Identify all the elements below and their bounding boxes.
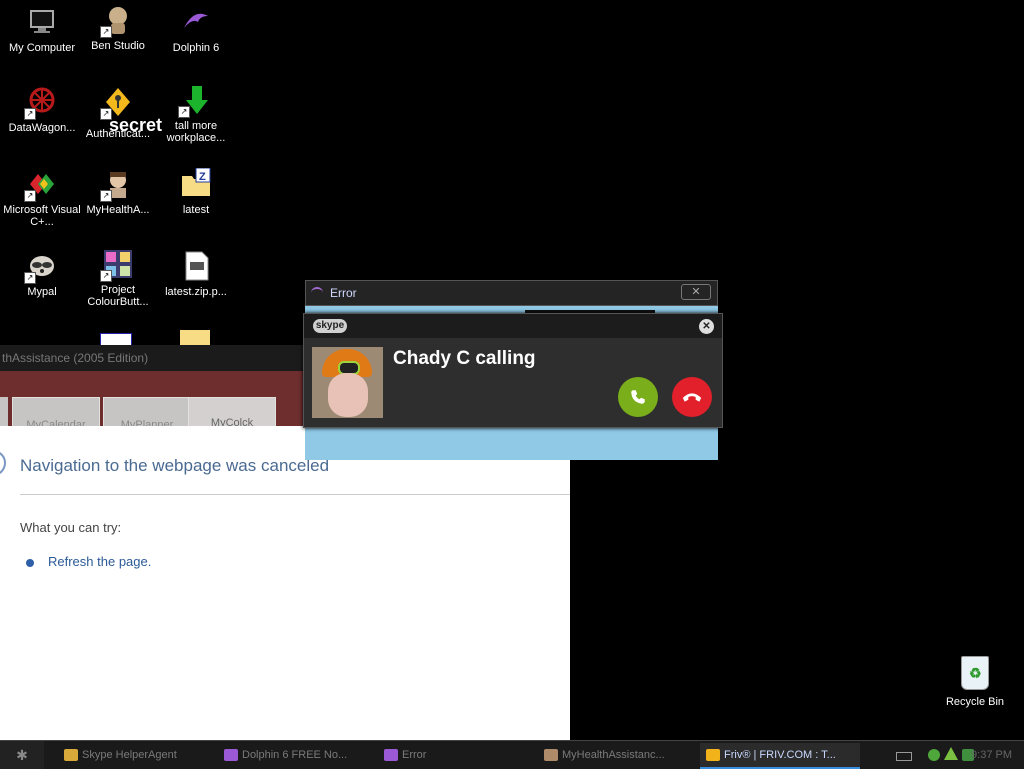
dolphin-icon: [180, 6, 212, 38]
datawagon-icon: ↗: [24, 86, 58, 120]
desktop-icon-label: Project ColourButt...: [87, 284, 149, 308]
shortcut-arrow-icon: ↗: [24, 272, 36, 284]
taskbar-item-label: MyHealthAssistanc...: [562, 749, 665, 761]
caller-name: Chady C calling: [393, 348, 536, 369]
shortcut-arrow-icon: ↗: [24, 108, 36, 120]
keyboard-icon[interactable]: [896, 752, 912, 761]
taskbar-item-skype-helper[interactable]: Skype HelperAgent: [64, 743, 214, 767]
dolphin-icon: [384, 749, 398, 762]
close-button[interactable]: ✕: [681, 284, 711, 300]
shortcut-arrow-icon: ↗: [24, 190, 36, 202]
desktop-icon-label: MyHealthA...: [86, 204, 150, 216]
taskbar-item-label: Error: [402, 749, 427, 761]
secret-overlay-text: secret: [109, 115, 163, 135]
desktop-icon-label: Dolphin 6: [172, 42, 220, 54]
desktop-icon-dolphin[interactable]: Dolphin 6: [154, 6, 238, 54]
bullet-icon: [26, 559, 34, 567]
desktop-icon-label: My Computer: [8, 42, 76, 54]
document-icon: [180, 250, 212, 282]
skype-header: skype ✕: [304, 314, 722, 338]
desktop-icon-latest-zip[interactable]: latest.zip.p...: [154, 250, 238, 298]
person-icon: [544, 749, 558, 762]
taskbar-item-error[interactable]: Error: [384, 743, 534, 767]
monitor-icon: [26, 6, 58, 38]
recycle-bin-icon: ♻: [961, 656, 989, 690]
taskbar-item-label: Skype HelperAgent: [82, 749, 177, 761]
desktop-icon-label: Microsoft Visual C+...: [3, 204, 81, 228]
svg-text:Z: Z: [199, 171, 206, 183]
desktop-icon-install-workplace[interactable]: ↗ tall more workplace...: [154, 84, 238, 144]
desktop-icon-label: tall more workplace...: [166, 120, 226, 144]
close-icon[interactable]: ✕: [699, 319, 714, 334]
shortcut-arrow-icon: ↗: [100, 270, 112, 282]
zip-folder-icon: Z: [180, 167, 212, 200]
desktop-icon-recycle-bin[interactable]: ♻ Recycle Bin: [937, 656, 1013, 708]
what-you-can-try-label: What you can try:: [20, 520, 122, 535]
desktop-icon-visual-c[interactable]: ↗ Microsoft Visual C+...: [0, 168, 84, 228]
desktop-icon-label: latest: [182, 204, 210, 216]
desktop-icon-my-computer[interactable]: My Computer: [0, 6, 84, 54]
desktop-icon-label: Mypal: [27, 286, 57, 298]
visual-c-icon: ↗: [24, 168, 58, 202]
desktop-icon-label: Recycle Bin: [945, 696, 1005, 708]
desktop-icon-label: Ben Studio: [91, 40, 145, 52]
caller-avatar: [312, 347, 383, 418]
friv-icon: [706, 749, 720, 762]
warning-icon[interactable]: [944, 747, 958, 760]
taskbar-item-friv[interactable]: Friv® | FRIV.COM : T...: [700, 743, 860, 769]
taskbar-item-myhealth[interactable]: MyHealthAssistanc...: [544, 743, 694, 767]
webview-content: Navigation to the webpage was canceled W…: [0, 426, 570, 740]
error-title: Error: [330, 286, 357, 300]
skype-call-notification: skype ✕ Chady C calling: [303, 313, 723, 428]
error-title-bar[interactable]: Error ✕: [305, 280, 718, 306]
shield-icon[interactable]: [928, 749, 940, 761]
shortcut-arrow-icon: ↗: [100, 190, 112, 202]
photos-icon: ↗: [100, 248, 134, 282]
desktop-icon-ben-studio[interactable]: ↗ Ben Studio: [76, 4, 160, 52]
desktop-icon-project-colourbutt[interactable]: ↗ Project ColourButt...: [76, 248, 160, 308]
dolphin-icon: [311, 287, 323, 299]
desktop-icon-label: latest.zip.p...: [165, 286, 227, 298]
answer-call-button[interactable]: [618, 377, 658, 417]
taskbar-item-dolphin[interactable]: Dolphin 6 FREE No...: [224, 743, 374, 767]
raccoon-icon: ↗: [24, 250, 58, 284]
shortcut-arrow-icon: ↗: [100, 26, 112, 38]
navigation-canceled-title: Navigation to the webpage was canceled: [20, 456, 330, 475]
partial-desktop-icon: [180, 330, 210, 345]
system-tray: 9:37 PM: [872, 741, 1024, 769]
dolphin-icon: [224, 749, 238, 762]
person-icon: ↗: [100, 168, 134, 202]
shortcut-arrow-icon: ↗: [178, 106, 190, 118]
key-icon: ↗: [100, 86, 134, 120]
desktop-icon-latest-folder[interactable]: Z latest: [154, 167, 238, 216]
skype-helper-icon: [64, 749, 78, 762]
desktop-icon-myhealth[interactable]: ↗ MyHealthA...: [76, 168, 160, 216]
desktop-icon-mypal[interactable]: ↗ Mypal: [0, 250, 84, 298]
skype-logo-icon: skype: [313, 319, 347, 333]
clock[interactable]: 9:37 PM: [971, 741, 1012, 769]
taskbar-item-label: Friv® | FRIV.COM : T...: [724, 749, 836, 761]
phone-icon: [631, 390, 645, 404]
download-arrow-icon: ↗: [178, 84, 212, 118]
hang-up-icon: [682, 393, 702, 402]
taskbar-item-label: Dolphin 6 FREE No...: [242, 749, 348, 761]
desktop-icon-datawagon[interactable]: ↗ DataWagon...: [0, 86, 84, 134]
refresh-page-link[interactable]: Refresh the page.: [48, 554, 151, 569]
ben-studio-icon: ↗: [100, 4, 134, 38]
taskbar: ✱ Skype HelperAgent Dolphin 6 FREE No...…: [0, 740, 1024, 769]
info-icon: [0, 450, 6, 476]
decline-call-button[interactable]: [672, 377, 712, 417]
start-button[interactable]: ✱: [0, 741, 44, 769]
desktop-icon-label: DataWagon...: [8, 122, 76, 134]
divider: [20, 494, 570, 495]
